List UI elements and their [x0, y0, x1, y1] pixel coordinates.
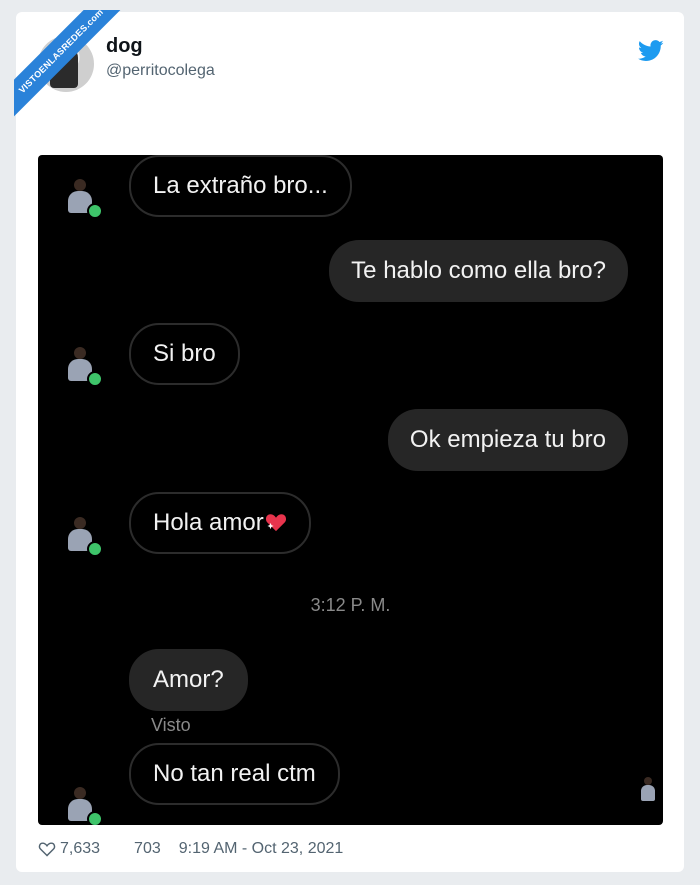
message-bubble-incoming: Hola amor: [129, 492, 311, 554]
like-count[interactable]: 7,633: [60, 840, 100, 858]
message-bubble-incoming: La extraño bro...: [129, 155, 352, 217]
contact-avatar: [61, 785, 103, 825]
tweet-footer: 7,633 703 9:19 AM - Oct 23, 2021: [38, 840, 343, 858]
watermark-ribbon: VISTOENLASREDES.com: [14, 10, 134, 130]
chat-screenshot: La extraño bro... Te hablo como ella bro…: [38, 155, 663, 825]
contact-avatar: [61, 515, 103, 557]
read-receipt-avatar: [639, 777, 657, 803]
online-indicator: [87, 811, 103, 825]
message-bubble-outgoing: Amor?: [129, 649, 248, 711]
retweet-count[interactable]: 703: [134, 840, 161, 858]
tweet-timestamp[interactable]: 9:19 AM - Oct 23, 2021: [179, 840, 344, 858]
message-bubble-incoming: No tan real ctm: [129, 743, 340, 805]
twitter-bird-icon[interactable]: [638, 40, 664, 62]
online-indicator: [87, 371, 103, 387]
contact-avatar: [61, 177, 103, 219]
message-bubble-incoming: Si bro: [129, 323, 240, 385]
seen-label: Visto: [151, 715, 191, 735]
watermark-text: VISTOENLASREDES.com: [14, 10, 134, 128]
message-text: Hola amor: [153, 509, 264, 536]
like-heart-icon[interactable]: [38, 841, 56, 857]
message-bubble-outgoing: Te hablo como ella bro?: [329, 240, 628, 302]
sparkling-heart-icon: [265, 514, 286, 532]
online-indicator: [87, 203, 103, 219]
online-indicator: [87, 541, 103, 557]
chat-timestamp: 3:12 P. M.: [310, 595, 391, 615]
message-bubble-outgoing: Ok empieza tu bro: [387, 409, 628, 471]
contact-avatar: [61, 345, 103, 387]
